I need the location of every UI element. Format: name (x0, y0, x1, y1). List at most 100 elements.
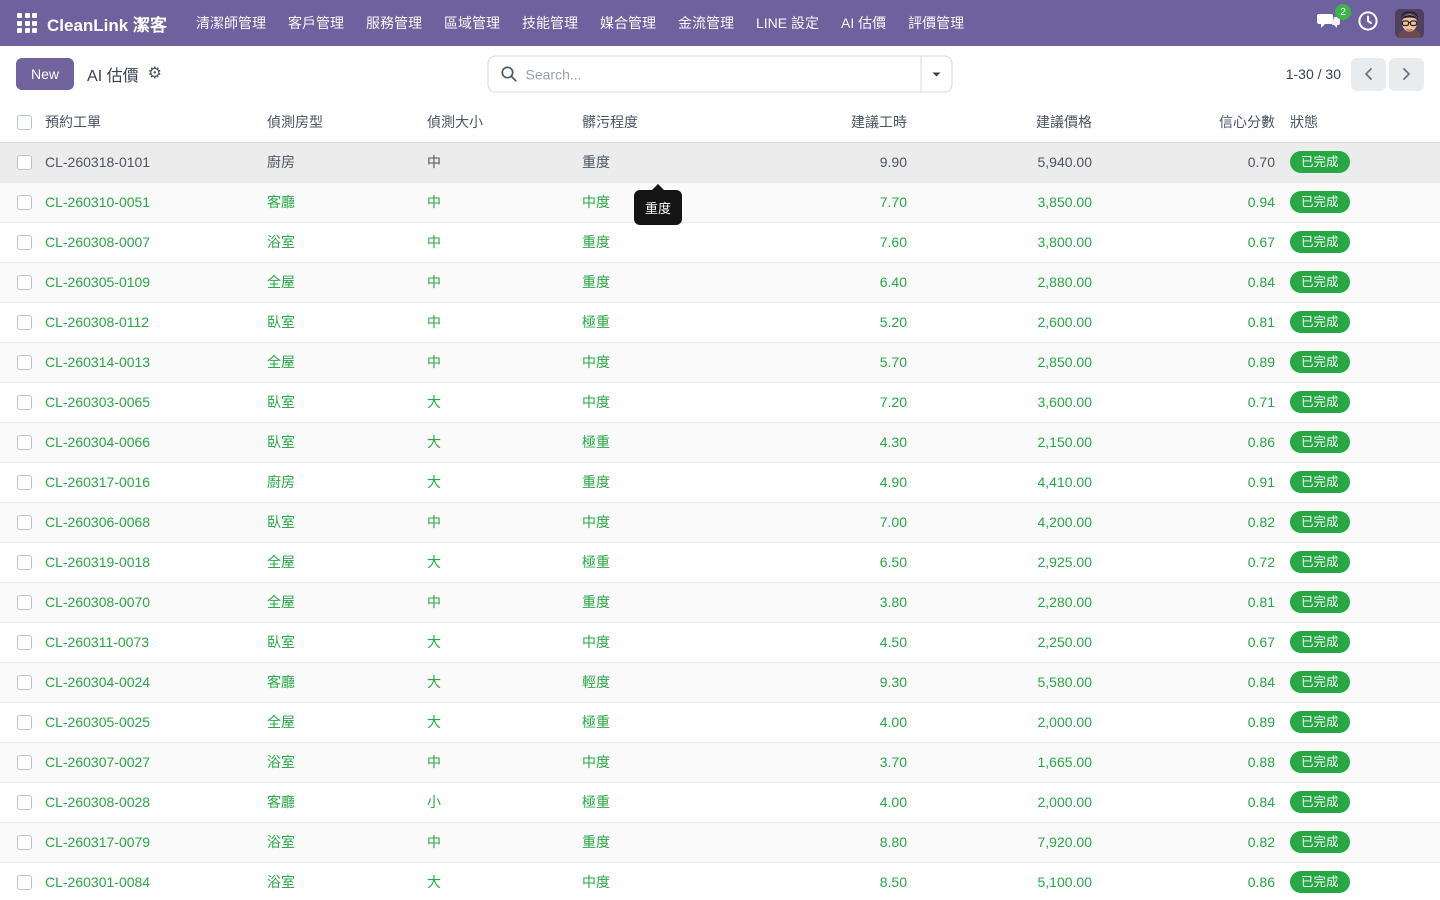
nav-item-5[interactable]: 技能管理 (511, 0, 589, 46)
table-header-row: 預約工單偵測房型偵測大小髒污程度建議工時建議價格信心分數狀態 (0, 102, 1440, 142)
nav-item-7[interactable]: 金流管理 (667, 0, 745, 46)
cell-size: 中 (422, 582, 577, 622)
cell-room: 全屋 (262, 702, 422, 742)
cell-order: CL-260305-0025 (40, 702, 262, 742)
table-row[interactable]: CL-260308-0028客廳小極重4.002,000.000.84已完成 (0, 782, 1440, 822)
row-checkbox[interactable] (17, 875, 32, 890)
column-header-7[interactable]: 信心分數 (1097, 102, 1280, 142)
cell-confidence: 0.67 (1097, 222, 1280, 262)
table-row[interactable]: CL-260314-0013全屋中中度5.702,850.000.89已完成 (0, 342, 1440, 382)
nav-item-1[interactable]: 清潔師管理 (185, 0, 277, 46)
row-checkbox[interactable] (17, 715, 32, 730)
column-header-5[interactable]: 建議工時 (737, 102, 912, 142)
search-icon (501, 66, 518, 83)
cell-size: 小 (422, 782, 577, 822)
row-checkbox[interactable] (17, 515, 32, 530)
table-row[interactable]: CL-260305-0109全屋中重度6.402,880.000.84已完成 (0, 262, 1440, 302)
nav-item-4[interactable]: 區域管理 (433, 0, 511, 46)
select-all-checkbox[interactable] (17, 115, 32, 130)
nav-item-8[interactable]: LINE 設定 (745, 0, 830, 46)
table-row[interactable]: CL-260319-0018全屋大極重6.502,925.000.72已完成 (0, 542, 1440, 582)
row-checkbox-cell (0, 182, 40, 222)
row-checkbox[interactable] (17, 395, 32, 410)
table-row[interactable]: CL-260301-0084浴室大中度8.505,100.000.86已完成 (0, 862, 1440, 900)
table-row[interactable]: CL-260306-0068臥室中中度7.004,200.000.82已完成 (0, 502, 1440, 542)
messages-button[interactable]: 2 (1317, 11, 1341, 36)
cell-status: 已完成 (1280, 822, 1440, 862)
cell-confidence: 0.91 (1097, 462, 1280, 502)
cell-room: 浴室 (262, 862, 422, 900)
cell-confidence: 0.94 (1097, 182, 1280, 222)
search-input[interactable] (526, 66, 921, 82)
table-row[interactable]: CL-260304-0024客廳大輕度9.305,580.000.84已完成 (0, 662, 1440, 702)
table-row[interactable]: CL-260310-0051客廳中中度7.703,850.000.94已完成 (0, 182, 1440, 222)
column-header-8[interactable]: 狀態 (1280, 102, 1440, 142)
table-row[interactable]: CL-260317-0079浴室中重度8.807,920.000.82已完成 (0, 822, 1440, 862)
table-row[interactable]: CL-260307-0027浴室中中度3.701,665.000.88已完成 (0, 742, 1440, 782)
cell-status: 已完成 (1280, 542, 1440, 582)
nav-item-3[interactable]: 服務管理 (355, 0, 433, 46)
row-checkbox[interactable] (17, 595, 32, 610)
cell-size: 中 (422, 262, 577, 302)
row-checkbox[interactable] (17, 835, 32, 850)
row-checkbox-cell (0, 582, 40, 622)
pager-previous-button[interactable] (1351, 58, 1386, 91)
cell-price: 5,580.00 (912, 662, 1097, 702)
table-row[interactable]: CL-260303-0065臥室大中度7.203,600.000.71已完成 (0, 382, 1440, 422)
new-button[interactable]: New (16, 58, 74, 90)
row-checkbox[interactable] (17, 235, 32, 250)
table-row[interactable]: CL-260317-0016廚房大重度4.904,410.000.91已完成 (0, 462, 1440, 502)
row-checkbox[interactable] (17, 435, 32, 450)
row-checkbox[interactable] (17, 755, 32, 770)
table-row[interactable]: CL-260304-0066臥室大極重4.302,150.000.86已完成 (0, 422, 1440, 462)
row-checkbox[interactable] (17, 275, 32, 290)
nav-item-9[interactable]: AI 估價 (830, 0, 897, 46)
nav-item-2[interactable]: 客戶管理 (277, 0, 355, 46)
table-row[interactable]: CL-260308-0112臥室中極重5.202,600.000.81已完成 (0, 302, 1440, 342)
table-row[interactable]: CL-260305-0025全屋大極重4.002,000.000.89已完成 (0, 702, 1440, 742)
search-dropdown-toggle[interactable] (921, 57, 952, 92)
table-row[interactable]: CL-260311-0073臥室大中度4.502,250.000.67已完成 (0, 622, 1440, 662)
status-badge: 已完成 (1290, 391, 1350, 413)
row-checkbox[interactable] (17, 635, 32, 650)
nav-item-10[interactable]: 評價管理 (897, 0, 975, 46)
row-checkbox[interactable] (17, 155, 32, 170)
table-row[interactable]: CL-260308-0007浴室中重度7.603,800.000.67已完成 (0, 222, 1440, 262)
cell-confidence: 0.88 (1097, 742, 1280, 782)
cell-size: 中 (422, 182, 577, 222)
row-checkbox[interactable] (17, 795, 32, 810)
column-header-2[interactable]: 偵測房型 (262, 102, 422, 142)
cell-room: 浴室 (262, 222, 422, 262)
table-row[interactable]: CL-260308-0070全屋中重度3.802,280.000.81已完成 (0, 582, 1440, 622)
cell-status: 已完成 (1280, 742, 1440, 782)
table-row[interactable]: CL-260318-0101廚房中重度9.905,940.000.70已完成 (0, 142, 1440, 182)
cell-price: 1,665.00 (912, 742, 1097, 782)
cell-hours: 3.80 (737, 582, 912, 622)
row-checkbox[interactable] (17, 475, 32, 490)
brand[interactable]: CleanLink 潔客 (47, 11, 167, 36)
cell-order: CL-260318-0101 (40, 142, 262, 182)
apps-menu-icon[interactable] (17, 13, 37, 33)
column-header-6[interactable]: 建議價格 (912, 102, 1097, 142)
pager-next-button[interactable] (1389, 58, 1424, 91)
cell-price: 2,925.00 (912, 542, 1097, 582)
column-header-1[interactable]: 預約工單 (40, 102, 262, 142)
cell-room: 浴室 (262, 742, 422, 782)
pager-range: 1-30 / 30 (1286, 66, 1341, 82)
column-header-3[interactable]: 偵測大小 (422, 102, 577, 142)
cell-confidence: 0.81 (1097, 302, 1280, 342)
row-checkbox[interactable] (17, 315, 32, 330)
cell-order: CL-260304-0024 (40, 662, 262, 702)
activities-button[interactable] (1357, 10, 1379, 37)
nav-item-6[interactable]: 媒合管理 (589, 0, 667, 46)
user-avatar[interactable] (1395, 9, 1424, 38)
row-checkbox[interactable] (17, 195, 32, 210)
cell-hours: 6.40 (737, 262, 912, 302)
column-header-4[interactable]: 髒污程度 (577, 102, 737, 142)
status-badge: 已完成 (1290, 631, 1350, 653)
row-checkbox[interactable] (17, 675, 32, 690)
row-checkbox[interactable] (17, 555, 32, 570)
row-checkbox[interactable] (17, 355, 32, 370)
gear-icon[interactable]: ⚙ (148, 66, 162, 82)
cell-dirt: 重度 (577, 142, 737, 182)
